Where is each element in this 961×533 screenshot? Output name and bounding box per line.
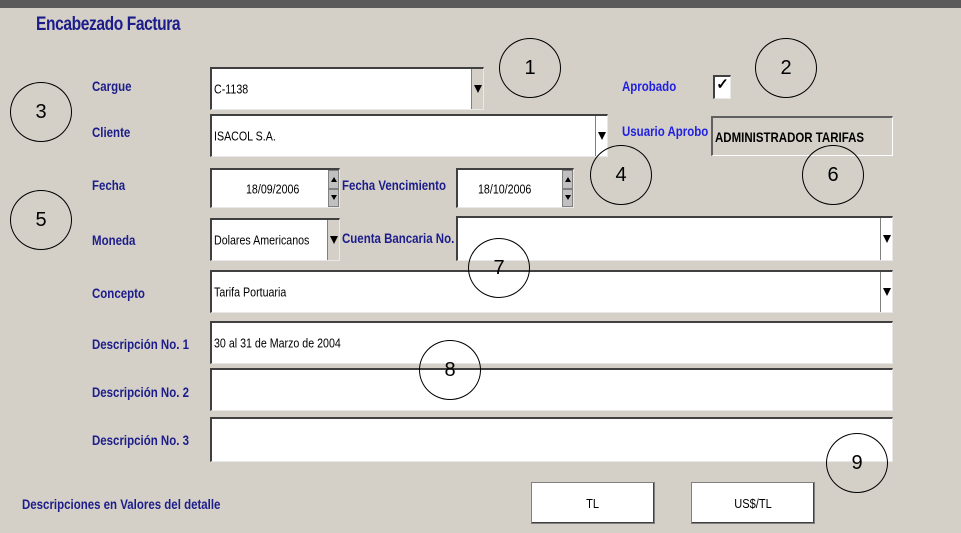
cliente-select[interactable]: ISACOL S.A. [210,114,608,157]
usuario-aprobo-field: ADMINISTRADOR TARIFAS [711,116,893,156]
descripcion3-input[interactable] [210,417,893,462]
callout-8: 8 [419,340,481,400]
cargue-dropdown-button[interactable] [471,69,483,109]
spin-down-icon[interactable] [562,188,573,207]
spin-up-icon[interactable] [328,170,339,189]
callout-2: 2 [755,38,817,98]
section-title: Encabezado Factura [36,14,181,35]
chevron-down-icon [329,236,338,244]
fecha-spinner[interactable] [328,170,339,207]
aprobado-checkbox[interactable]: ✓ [713,75,731,99]
concepto-select[interactable]: Tarifa Portuaria [210,270,893,313]
callout-3: 3 [10,82,72,142]
footer-label: Descripciones en Valores del detalle [22,496,221,512]
chevron-down-icon [882,235,891,243]
window-top-border [0,0,961,8]
cuenta-bancaria-label: Cuenta Bancaria No. [342,230,455,246]
checkmark-icon: ✓ [716,76,729,93]
descripcion3-label: Descripción No. 3 [92,432,189,448]
fecha-vencimiento-value: 18/10/2006 [478,181,532,196]
fecha-label: Fecha [92,177,126,193]
descripcion2-input[interactable] [210,368,893,411]
callout-4: 4 [590,145,652,205]
concepto-value: Tarifa Portuaria [214,284,287,300]
fecha-input[interactable]: 18/09/2006 [210,168,340,208]
chevron-down-icon [597,132,606,140]
moneda-dropdown-button[interactable] [327,220,339,260]
usd-tl-button[interactable]: US$/TL [691,482,815,524]
tl-button-label: TL [586,495,600,511]
aprobado-label: Aprobado [622,78,677,94]
cargue-select[interactable]: C-1138 [210,67,484,110]
chevron-down-icon [882,288,891,296]
cargue-value: C-1138 [214,81,249,97]
usuario-aprobo-label: Usuario Aprobo [622,123,709,139]
moneda-select[interactable]: Dolares Americanos [210,218,340,261]
descripcion2-label: Descripción No. 2 [92,384,189,400]
concepto-dropdown-button[interactable] [880,272,892,312]
fecha-vencimiento-spinner[interactable] [562,170,573,207]
usuario-aprobo-value: ADMINISTRADOR TARIFAS [715,128,865,145]
cliente-label: Cliente [92,124,131,140]
descripcion1-input[interactable]: 30 al 31 de Marzo de 2004 [210,321,893,364]
callout-6: 6 [802,145,864,205]
callout-1: 1 [499,38,561,98]
moneda-label: Moneda [92,232,136,248]
cargue-label: Cargue [92,78,132,94]
spin-up-icon[interactable] [562,170,573,189]
cuenta-bancaria-dropdown-button[interactable] [880,218,892,260]
spin-down-icon[interactable] [328,188,339,207]
tl-button[interactable]: TL [531,482,655,524]
fecha-vencimiento-label: Fecha Vencimiento [342,177,446,193]
fecha-vencimiento-input[interactable]: 18/10/2006 [456,168,574,208]
descripcion1-label: Descripción No. 1 [92,336,189,352]
cliente-value: ISACOL S.A. [214,128,276,144]
fecha-value: 18/09/2006 [246,181,300,196]
concepto-label: Concepto [92,285,145,301]
callout-7: 7 [468,238,530,298]
descripcion1-value: 30 al 31 de Marzo de 2004 [214,335,341,351]
chevron-down-icon [473,85,482,93]
moneda-value: Dolares Americanos [214,232,310,248]
callout-9: 9 [826,433,888,493]
callout-5: 5 [10,190,72,250]
usd-tl-button-label: US$/TL [734,495,772,511]
